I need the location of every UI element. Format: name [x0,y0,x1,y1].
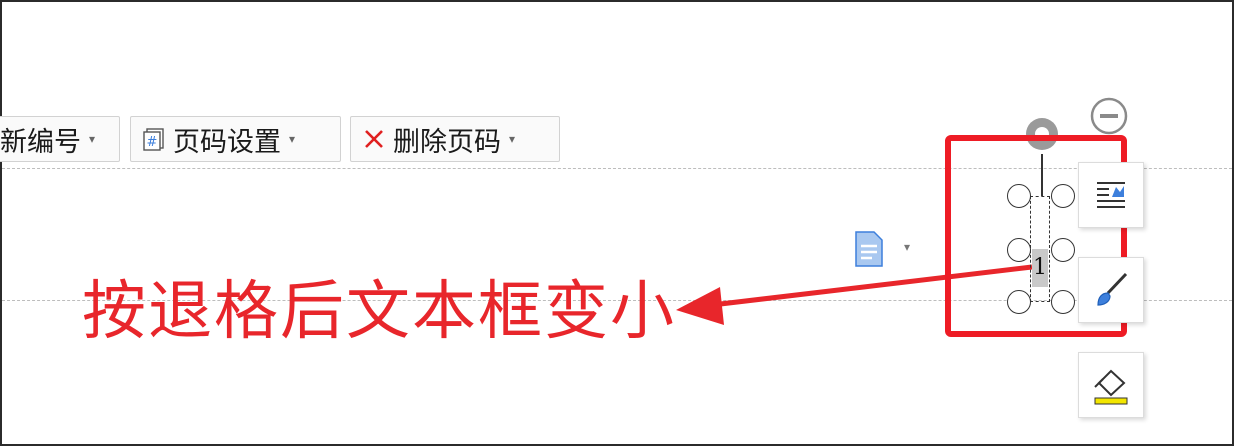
renumber-button[interactable]: 新编号 ▾ [0,116,120,162]
paintbrush-icon [1097,272,1128,306]
minus-circle-icon[interactable] [1089,96,1129,136]
chevron-down-icon: ▾ [289,132,296,146]
chevron-down-icon: ▾ [89,132,96,146]
red-x-icon [361,126,387,152]
chevron-down-icon: ▾ [509,132,516,146]
shape-style-button[interactable] [1078,257,1144,323]
annotation-text: 按退格后文本框变小 [82,275,676,349]
layout-options-button[interactable] [1078,162,1144,228]
delete-page-number-button[interactable]: 删除页码 ▾ [350,116,560,162]
page-setup-label: 页码设置 [173,126,281,158]
shape-fill-button[interactable] [1078,352,1144,418]
svg-text:#: # [147,135,158,150]
screenshot-frame: 新编号 ▾ # 页码设置 ▾ 删除页码 ▾ ▾ 按退格后文本框变小 1 [0,0,1234,446]
page-setup-button[interactable]: # 页码设置 ▾ [130,116,341,162]
text-wrap-icon [1097,182,1125,208]
fill-bucket-icon [1094,369,1128,405]
page-number-hash-icon: # [141,126,167,152]
renumber-label: 新编号 [0,126,81,158]
delete-page-number-label: 删除页码 [393,126,501,158]
chevron-down-icon[interactable]: ▾ [904,240,910,254]
